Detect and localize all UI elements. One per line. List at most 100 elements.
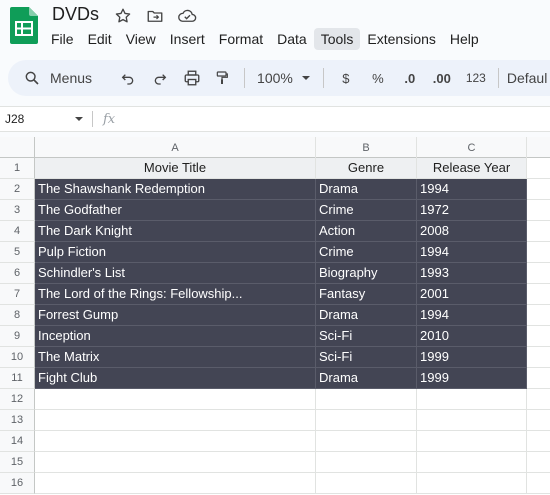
- row-header[interactable]: 9: [0, 326, 35, 347]
- zoom-select[interactable]: 100%: [253, 70, 315, 86]
- cell-title[interactable]: The Lord of the Rings: Fellowship...: [35, 284, 316, 305]
- cell-empty[interactable]: [527, 200, 550, 221]
- cloud-saved-icon[interactable]: [177, 6, 197, 26]
- cell-empty[interactable]: [417, 389, 527, 410]
- row-header[interactable]: 4: [0, 221, 35, 242]
- select-all-corner[interactable]: [0, 137, 35, 158]
- cell-empty[interactable]: [527, 221, 550, 242]
- menu-insert[interactable]: Insert: [163, 28, 212, 50]
- cell-empty[interactable]: [417, 431, 527, 452]
- paint-format-icon[interactable]: [208, 64, 236, 92]
- cell-title[interactable]: The Shawshank Redemption: [35, 179, 316, 200]
- cell-title[interactable]: The Dark Knight: [35, 221, 316, 242]
- undo-icon[interactable]: [114, 64, 142, 92]
- row-header[interactable]: 5: [0, 242, 35, 263]
- row-header[interactable]: 16: [0, 473, 35, 494]
- menu-edit[interactable]: Edit: [81, 28, 119, 50]
- row-header[interactable]: 11: [0, 368, 35, 389]
- cell-year[interactable]: 2010: [417, 326, 527, 347]
- cell-year[interactable]: 1994: [417, 242, 527, 263]
- cell-empty[interactable]: [527, 284, 550, 305]
- cell-empty[interactable]: [417, 473, 527, 494]
- cell-empty[interactable]: [316, 452, 417, 473]
- menu-file[interactable]: File: [44, 28, 81, 50]
- row-header[interactable]: 12: [0, 389, 35, 410]
- cell-year[interactable]: 1993: [417, 263, 527, 284]
- cell-title[interactable]: Inception: [35, 326, 316, 347]
- font-select[interactable]: Defaul: [507, 64, 547, 92]
- menu-format[interactable]: Format: [212, 28, 270, 50]
- menu-data[interactable]: Data: [270, 28, 314, 50]
- cell-genre[interactable]: Crime: [316, 200, 417, 221]
- row-header[interactable]: 7: [0, 284, 35, 305]
- row-header[interactable]: 3: [0, 200, 35, 221]
- decrease-decimal-button[interactable]: .0: [396, 64, 424, 92]
- cell-empty[interactable]: [527, 410, 550, 431]
- cell-title[interactable]: Pulp Fiction: [35, 242, 316, 263]
- cell-empty[interactable]: [527, 263, 550, 284]
- cell-year[interactable]: 1994: [417, 179, 527, 200]
- row-header[interactable]: 15: [0, 452, 35, 473]
- redo-icon[interactable]: [146, 64, 174, 92]
- name-box[interactable]: J28: [0, 106, 92, 132]
- row-header[interactable]: 14: [0, 431, 35, 452]
- cell-empty[interactable]: [316, 410, 417, 431]
- cell-title[interactable]: The Godfather: [35, 200, 316, 221]
- row-header[interactable]: 8: [0, 305, 35, 326]
- column-header-d[interactable]: [527, 137, 550, 158]
- cell-empty[interactable]: [527, 305, 550, 326]
- cell-empty[interactable]: [417, 452, 527, 473]
- cell-empty[interactable]: [316, 431, 417, 452]
- search-menus-button[interactable]: Menus: [16, 64, 104, 92]
- cell-header-genre[interactable]: Genre: [316, 158, 417, 179]
- row-header[interactable]: 13: [0, 410, 35, 431]
- cell-genre[interactable]: Biography: [316, 263, 417, 284]
- cell-empty[interactable]: [527, 158, 550, 179]
- currency-format-button[interactable]: $: [332, 64, 360, 92]
- menu-help[interactable]: Help: [443, 28, 486, 50]
- cell-empty[interactable]: [527, 431, 550, 452]
- menu-view[interactable]: View: [119, 28, 163, 50]
- cell-empty[interactable]: [527, 179, 550, 200]
- folder-move-icon[interactable]: [145, 6, 165, 26]
- row-header[interactable]: 1: [0, 158, 35, 179]
- cell-empty[interactable]: [527, 347, 550, 368]
- cell-year[interactable]: 2008: [417, 221, 527, 242]
- cell-genre[interactable]: Drama: [316, 305, 417, 326]
- cell-empty[interactable]: [527, 242, 550, 263]
- row-header[interactable]: 6: [0, 263, 35, 284]
- cell-empty[interactable]: [527, 473, 550, 494]
- cell-header-year[interactable]: Release Year: [417, 158, 527, 179]
- cell-header-title[interactable]: Movie Title: [35, 158, 316, 179]
- cell-title[interactable]: Schindler's List: [35, 263, 316, 284]
- cell-empty[interactable]: [316, 389, 417, 410]
- cell-empty[interactable]: [527, 389, 550, 410]
- cell-year[interactable]: 1999: [417, 368, 527, 389]
- column-header-b[interactable]: B: [316, 137, 417, 158]
- cell-year[interactable]: 2001: [417, 284, 527, 305]
- sheets-logo-icon[interactable]: [10, 7, 38, 44]
- cell-genre[interactable]: Crime: [316, 242, 417, 263]
- cell-genre[interactable]: Sci-Fi: [316, 347, 417, 368]
- menu-tools[interactable]: Tools: [313, 28, 361, 50]
- menu-extensions[interactable]: Extensions: [360, 28, 442, 50]
- cell-title[interactable]: Fight Club: [35, 368, 316, 389]
- cell-title[interactable]: The Matrix: [35, 347, 316, 368]
- print-icon[interactable]: [178, 64, 206, 92]
- spreadsheet-grid[interactable]: A B C 1 Movie Title Genre Release Year 2…: [0, 137, 550, 495]
- column-header-a[interactable]: A: [35, 137, 316, 158]
- cell-empty[interactable]: [527, 452, 550, 473]
- cell-empty[interactable]: [417, 410, 527, 431]
- increase-decimal-button[interactable]: .00: [428, 64, 456, 92]
- row-header[interactable]: 10: [0, 347, 35, 368]
- number-format-button[interactable]: 123: [462, 64, 490, 92]
- cell-year[interactable]: 1994: [417, 305, 527, 326]
- document-title[interactable]: DVDs: [52, 4, 99, 25]
- cell-empty[interactable]: [527, 326, 550, 347]
- star-icon[interactable]: [113, 6, 133, 26]
- cell-title[interactable]: Forrest Gump: [35, 305, 316, 326]
- cell-empty[interactable]: [35, 452, 316, 473]
- cell-empty[interactable]: [316, 473, 417, 494]
- cell-empty[interactable]: [35, 410, 316, 431]
- cell-genre[interactable]: Action: [316, 221, 417, 242]
